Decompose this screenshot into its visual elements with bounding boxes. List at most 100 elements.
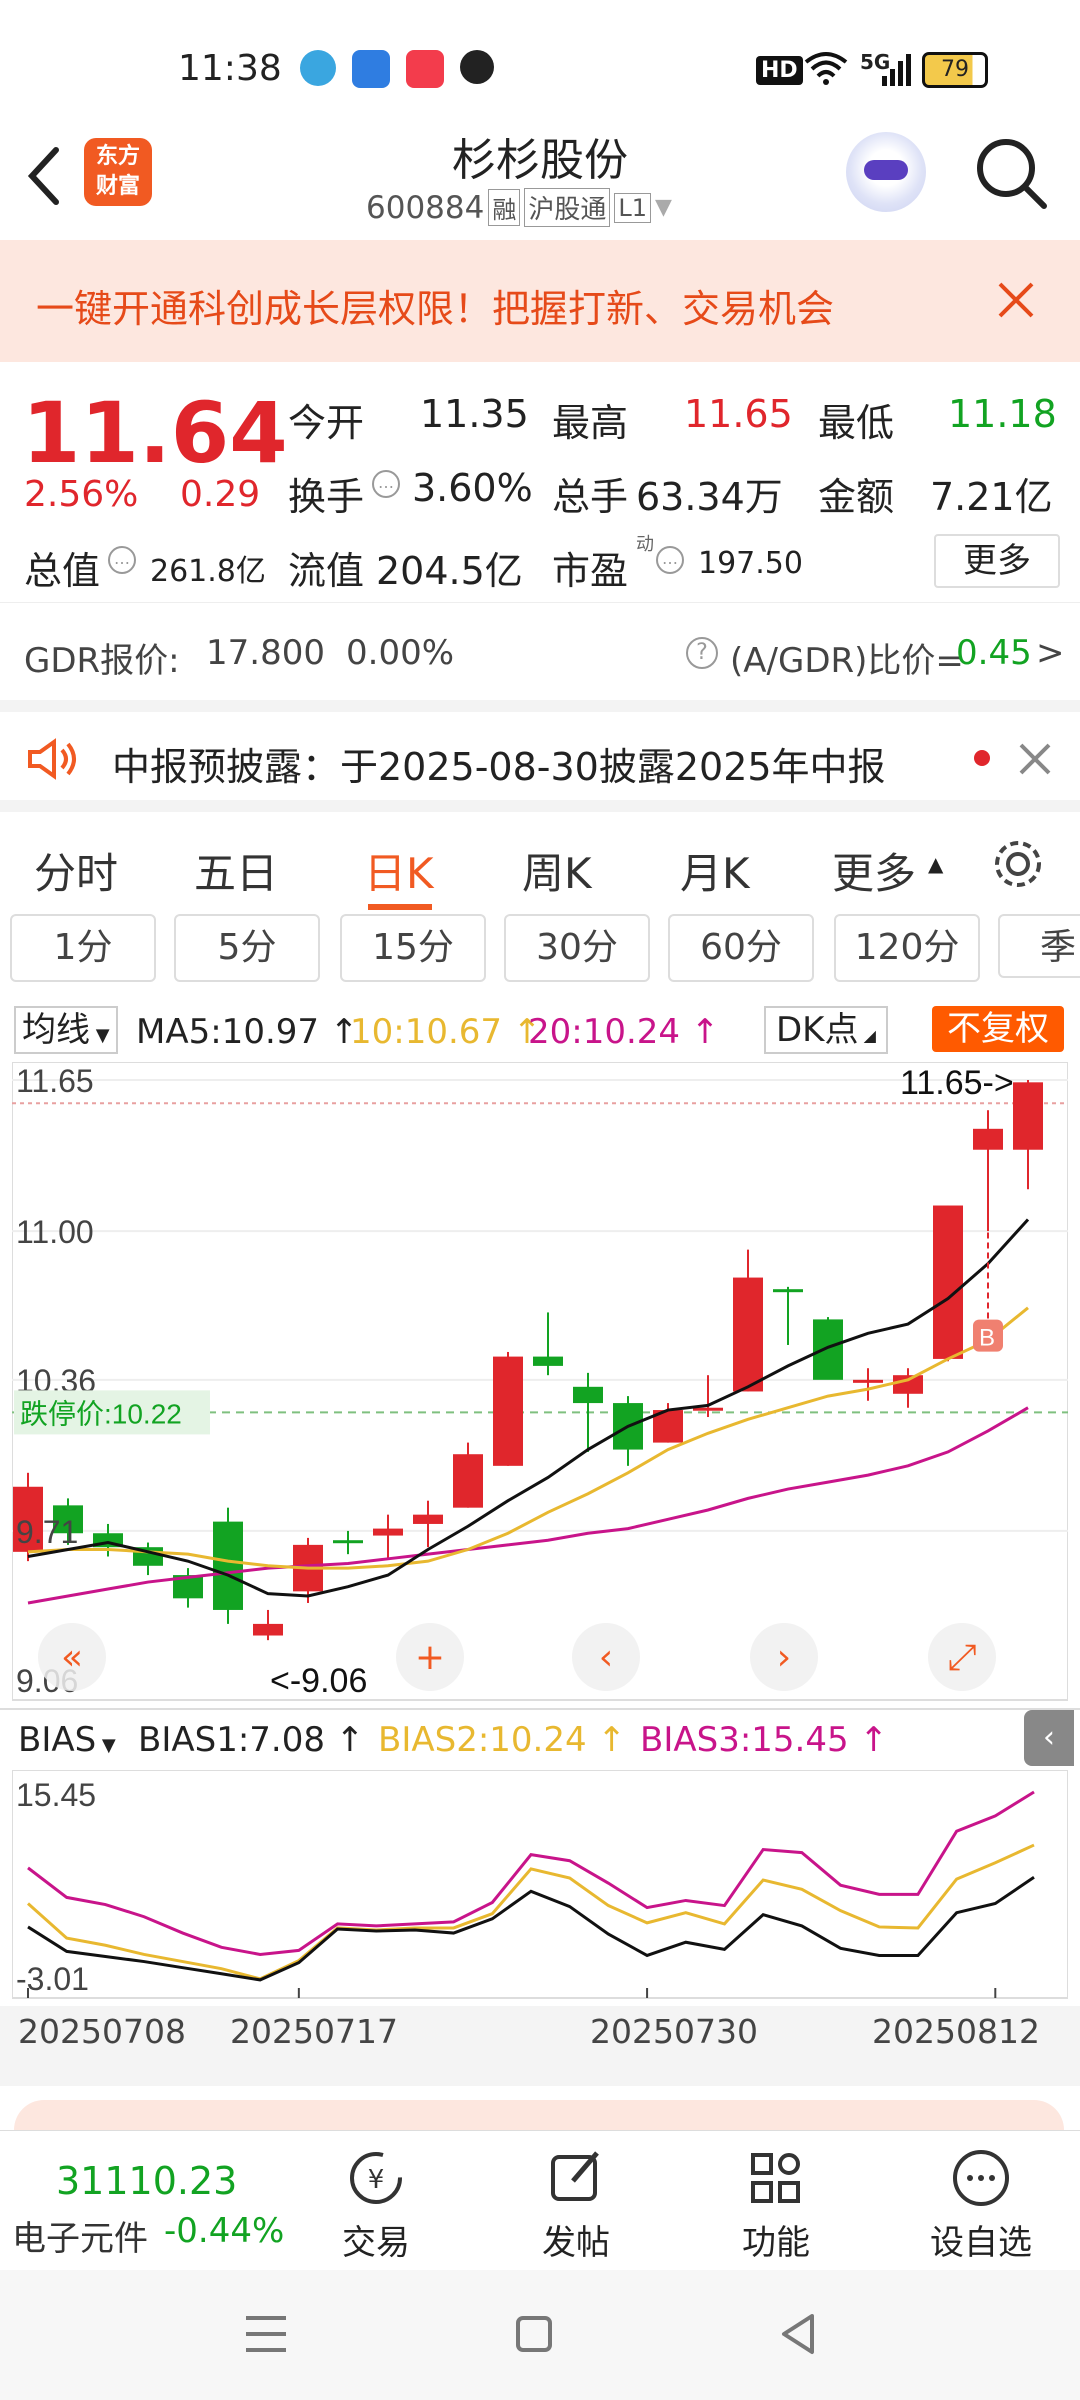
robot-assistant-icon[interactable]: [846, 132, 926, 212]
index-pct: -0.44%: [164, 2211, 285, 2251]
post-label: 发帖: [542, 2223, 610, 2263]
candle-body: [373, 1528, 403, 1536]
trade-button[interactable]: ¥ 交易: [326, 2131, 426, 2271]
back-nav-icon[interactable]: [778, 2312, 818, 2356]
search-icon[interactable]: [974, 136, 1050, 212]
kline-chart[interactable]: 11.6511.0010.369.719.06跌停价:10.2211.65-><…: [12, 1062, 1068, 1702]
period-60min[interactable]: 60分: [668, 914, 814, 982]
stock-code-row[interactable]: 600884 融 沪股通 L1 ▼: [366, 188, 672, 227]
svg-text:«: «: [61, 1637, 83, 1678]
candle-body: [893, 1375, 923, 1394]
caret-up-icon: ▲: [928, 852, 944, 876]
bottom-toolbar: 31110.23 电子元件 -0.44% ¥ 交易 发帖 功能 设自选: [0, 2130, 1080, 2271]
promo-banner[interactable]: 一键开通科创成长层权限！把握打新、交易机会: [0, 240, 1080, 362]
level-tag: L1: [614, 192, 651, 223]
hd-icon: HD: [756, 56, 803, 85]
tab-fenshi[interactable]: 分时: [34, 840, 118, 901]
high-marker-label: 11.65->: [900, 1064, 1014, 1102]
system-nav-bar: [0, 2270, 1080, 2400]
ma10-label: 10:10.67: [350, 1012, 503, 1052]
change-amount: 0.29: [180, 474, 261, 515]
status-time: 11:38: [178, 48, 282, 89]
ma-selector[interactable]: 均线 ▼: [14, 1006, 118, 1054]
scroll-left-icon[interactable]: ‹: [572, 1623, 640, 1691]
gdr-row[interactable]: GDR报价: 17.800 0.00% ? (A/GDR)比价= 0.45 >: [0, 602, 1080, 699]
tab-daily-k[interactable]: 日K: [364, 840, 434, 901]
period-1min[interactable]: 1分: [10, 914, 156, 982]
trade-icon: ¥: [350, 2152, 402, 2204]
bias1-label: BIAS1:7.08: [138, 1720, 325, 1760]
y-tick-label: 11.65: [16, 1063, 94, 1099]
candle-body: [973, 1128, 1003, 1150]
tab-weekly-k[interactable]: 周K: [522, 840, 592, 901]
app-icon: [460, 50, 494, 84]
collapse-panel-icon[interactable]: ‹: [1024, 1710, 1074, 1766]
ma20-line: [27, 1406, 1029, 1605]
period-15min[interactable]: 15分: [340, 914, 486, 982]
help-icon[interactable]: ?: [686, 637, 718, 669]
bias2-line: [26, 1843, 1035, 1981]
notice-bar[interactable]: 中报预披露：于2025-08-30披露2025年中报: [0, 700, 1080, 812]
rewind-icon[interactable]: «: [38, 1623, 106, 1691]
tab-more[interactable]: 更多: [832, 840, 916, 901]
candle-body: [733, 1277, 763, 1392]
grid-icon: [751, 2153, 800, 2203]
settings-gear-icon[interactable]: [990, 836, 1046, 892]
turnover-value: 3.60%: [412, 466, 533, 510]
x-tick-label: 20250730: [590, 2012, 758, 2051]
index-widget[interactable]: 31110.23 电子元件 -0.44%: [0, 2131, 290, 2271]
bias1-line: [27, 1876, 1035, 1982]
period-season[interactable]: 季: [998, 914, 1080, 978]
app-header: 东方 财富 杉杉股份 600884 融 沪股通 L1 ▼: [0, 118, 1080, 240]
home-icon[interactable]: [514, 2314, 554, 2354]
period-30min[interactable]: 30分: [504, 914, 650, 982]
app-icon: [352, 50, 390, 88]
period-selector: 1分 5分 15分 30分 60分 120分 季: [0, 914, 1080, 990]
bias1-value: BIAS1:7.08 ↑: [138, 1720, 364, 1760]
candle-body: [333, 1540, 363, 1544]
scroll-right-icon[interactable]: ›: [750, 1623, 818, 1691]
dk-point-selector[interactable]: DK点 ◢: [764, 1006, 888, 1054]
add-watchlist-button[interactable]: 设自选: [916, 2131, 1046, 2271]
tab-wuri[interactable]: 五日: [194, 840, 278, 901]
function-button[interactable]: 功能: [726, 2131, 826, 2271]
ma20-value: 20:10.24 ↑: [528, 1012, 719, 1052]
pe-label: 市盈: [552, 549, 629, 593]
turnover-label: 换手: [288, 475, 365, 519]
period-120min[interactable]: 120分: [834, 914, 980, 982]
bias-chart[interactable]: 15.45 -3.01: [12, 1770, 1068, 2000]
adjust-toggle[interactable]: 不复权: [932, 1006, 1064, 1052]
tab-monthly-k[interactable]: 月K: [680, 840, 750, 901]
mcap-value: 261.8亿: [150, 554, 266, 589]
info-icon[interactable]: …: [108, 546, 136, 574]
notice-text: 中报预披露：于2025-08-30披露2025年中报: [112, 745, 886, 789]
zoom-in-icon[interactable]: +: [396, 1623, 464, 1691]
more-button[interactable]: 更多: [934, 534, 1060, 588]
float-label: 流值: [288, 549, 365, 593]
speaker-icon: [28, 738, 76, 780]
dk-point-label: DK点: [776, 1010, 859, 1050]
ma5-label: MA5:10.97: [136, 1012, 320, 1052]
candle-body: [813, 1319, 843, 1380]
open-value: 11.35: [420, 392, 529, 436]
close-icon[interactable]: [996, 280, 1036, 320]
bias3-label: BIAS3:15.45: [640, 1720, 849, 1760]
gdr-price: 17.800: [206, 633, 325, 673]
bias-selector[interactable]: BIAS ▼: [18, 1720, 116, 1760]
post-button[interactable]: 发帖: [526, 2131, 626, 2271]
info-icon[interactable]: …: [372, 470, 400, 498]
pe-value: 197.50: [698, 546, 803, 581]
info-icon[interactable]: …: [656, 546, 684, 574]
bias3-line: [27, 1790, 1035, 1956]
candle-body: [213, 1521, 243, 1610]
quote-panel: 11.64 2.56% 0.29 今开 11.35 最高 11.65 最低 11…: [0, 362, 1080, 602]
menu-icon[interactable]: [244, 2314, 288, 2354]
fullscreen-icon[interactable]: ⤢: [928, 1623, 996, 1691]
bias-tick-label: 15.45: [16, 1777, 96, 1813]
high-value: 11.65: [684, 392, 793, 436]
telegram-icon: [300, 50, 336, 86]
close-icon[interactable]: [1018, 742, 1052, 776]
period-5min[interactable]: 5分: [174, 914, 320, 982]
x-axis-area: 20250708 20250717 20250730 20250812: [0, 2006, 1080, 2086]
x-tick-label: 20250812: [872, 2012, 1040, 2051]
